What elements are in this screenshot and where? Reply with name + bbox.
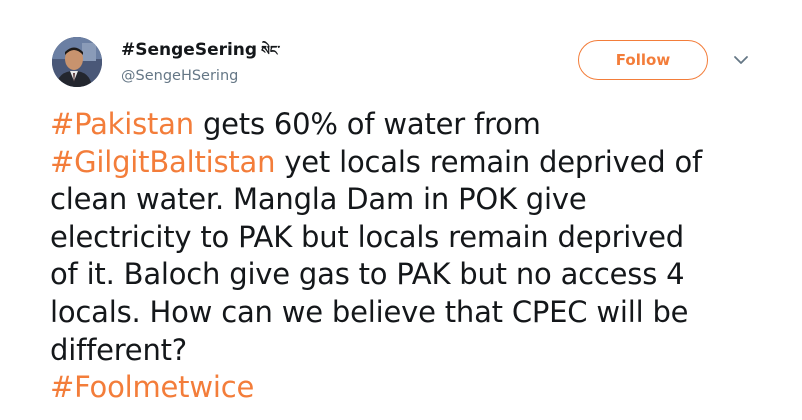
hashtag-link[interactable]: #GilgitBaltistan <box>50 145 276 179</box>
chevron-down-icon <box>734 56 748 64</box>
tweet-text-line: different? <box>50 332 770 370</box>
tweet-text-segment: electricity to PAK but locals remain dep… <box>50 219 684 254</box>
display-name-text[interactable]: #SengeSering <box>121 40 257 60</box>
tweet-text-segment: gets 60% of water from <box>193 107 541 141</box>
author-handle[interactable]: @SengeHSering <box>121 67 280 85</box>
tweet-text-segment: different? <box>50 332 187 367</box>
tweet-text: #Pakistan gets 60% of water from #GilgitB… <box>50 106 770 407</box>
follow-button-label: Follow <box>615 51 671 69</box>
tweet-text-line: of it. Baloch give gas to PAK but no acc… <box>50 256 770 294</box>
tweet-text-line: #Pakistan gets 60% of water from <box>50 106 770 144</box>
author-block: #SengeSering སེང་ @SengeHSering <box>121 40 280 85</box>
tweet-text-segment: locals. How can we believe that CPEC wil… <box>50 294 689 329</box>
tweet-text-line: electricity to PAK but locals remain dep… <box>50 219 770 257</box>
author-display-name[interactable]: #SengeSering སེང་ <box>121 40 280 62</box>
profile-photo-icon <box>52 37 102 87</box>
hashtag-link[interactable]: #Foolmetwice <box>50 370 254 404</box>
tweet-text-segment: yet locals remain deprived of <box>275 144 703 179</box>
tweet-text-line: #GilgitBaltistan yet locals remain depri… <box>50 144 770 182</box>
hashtag-link[interactable]: #Pakistan <box>50 107 194 141</box>
tweet-text-line: locals. How can we believe that CPEC wil… <box>50 294 770 332</box>
follow-button[interactable]: Follow <box>578 40 708 80</box>
more-options-button[interactable] <box>731 52 751 68</box>
tweet-card: #SengeSering སེང་ @SengeHSering Follow #P… <box>0 0 802 420</box>
tweet-text-line: clean water. Mangla Dam in POK give <box>50 181 770 219</box>
tweet-text-segment: of it. Baloch give gas to PAK but no acc… <box>50 257 685 292</box>
display-name-suffix: སེང་ <box>261 44 281 59</box>
tweet-text-line: #Foolmetwice <box>50 369 770 407</box>
avatar[interactable] <box>52 37 102 87</box>
tweet-text-segment: clean water. Mangla Dam in POK give <box>50 182 587 217</box>
